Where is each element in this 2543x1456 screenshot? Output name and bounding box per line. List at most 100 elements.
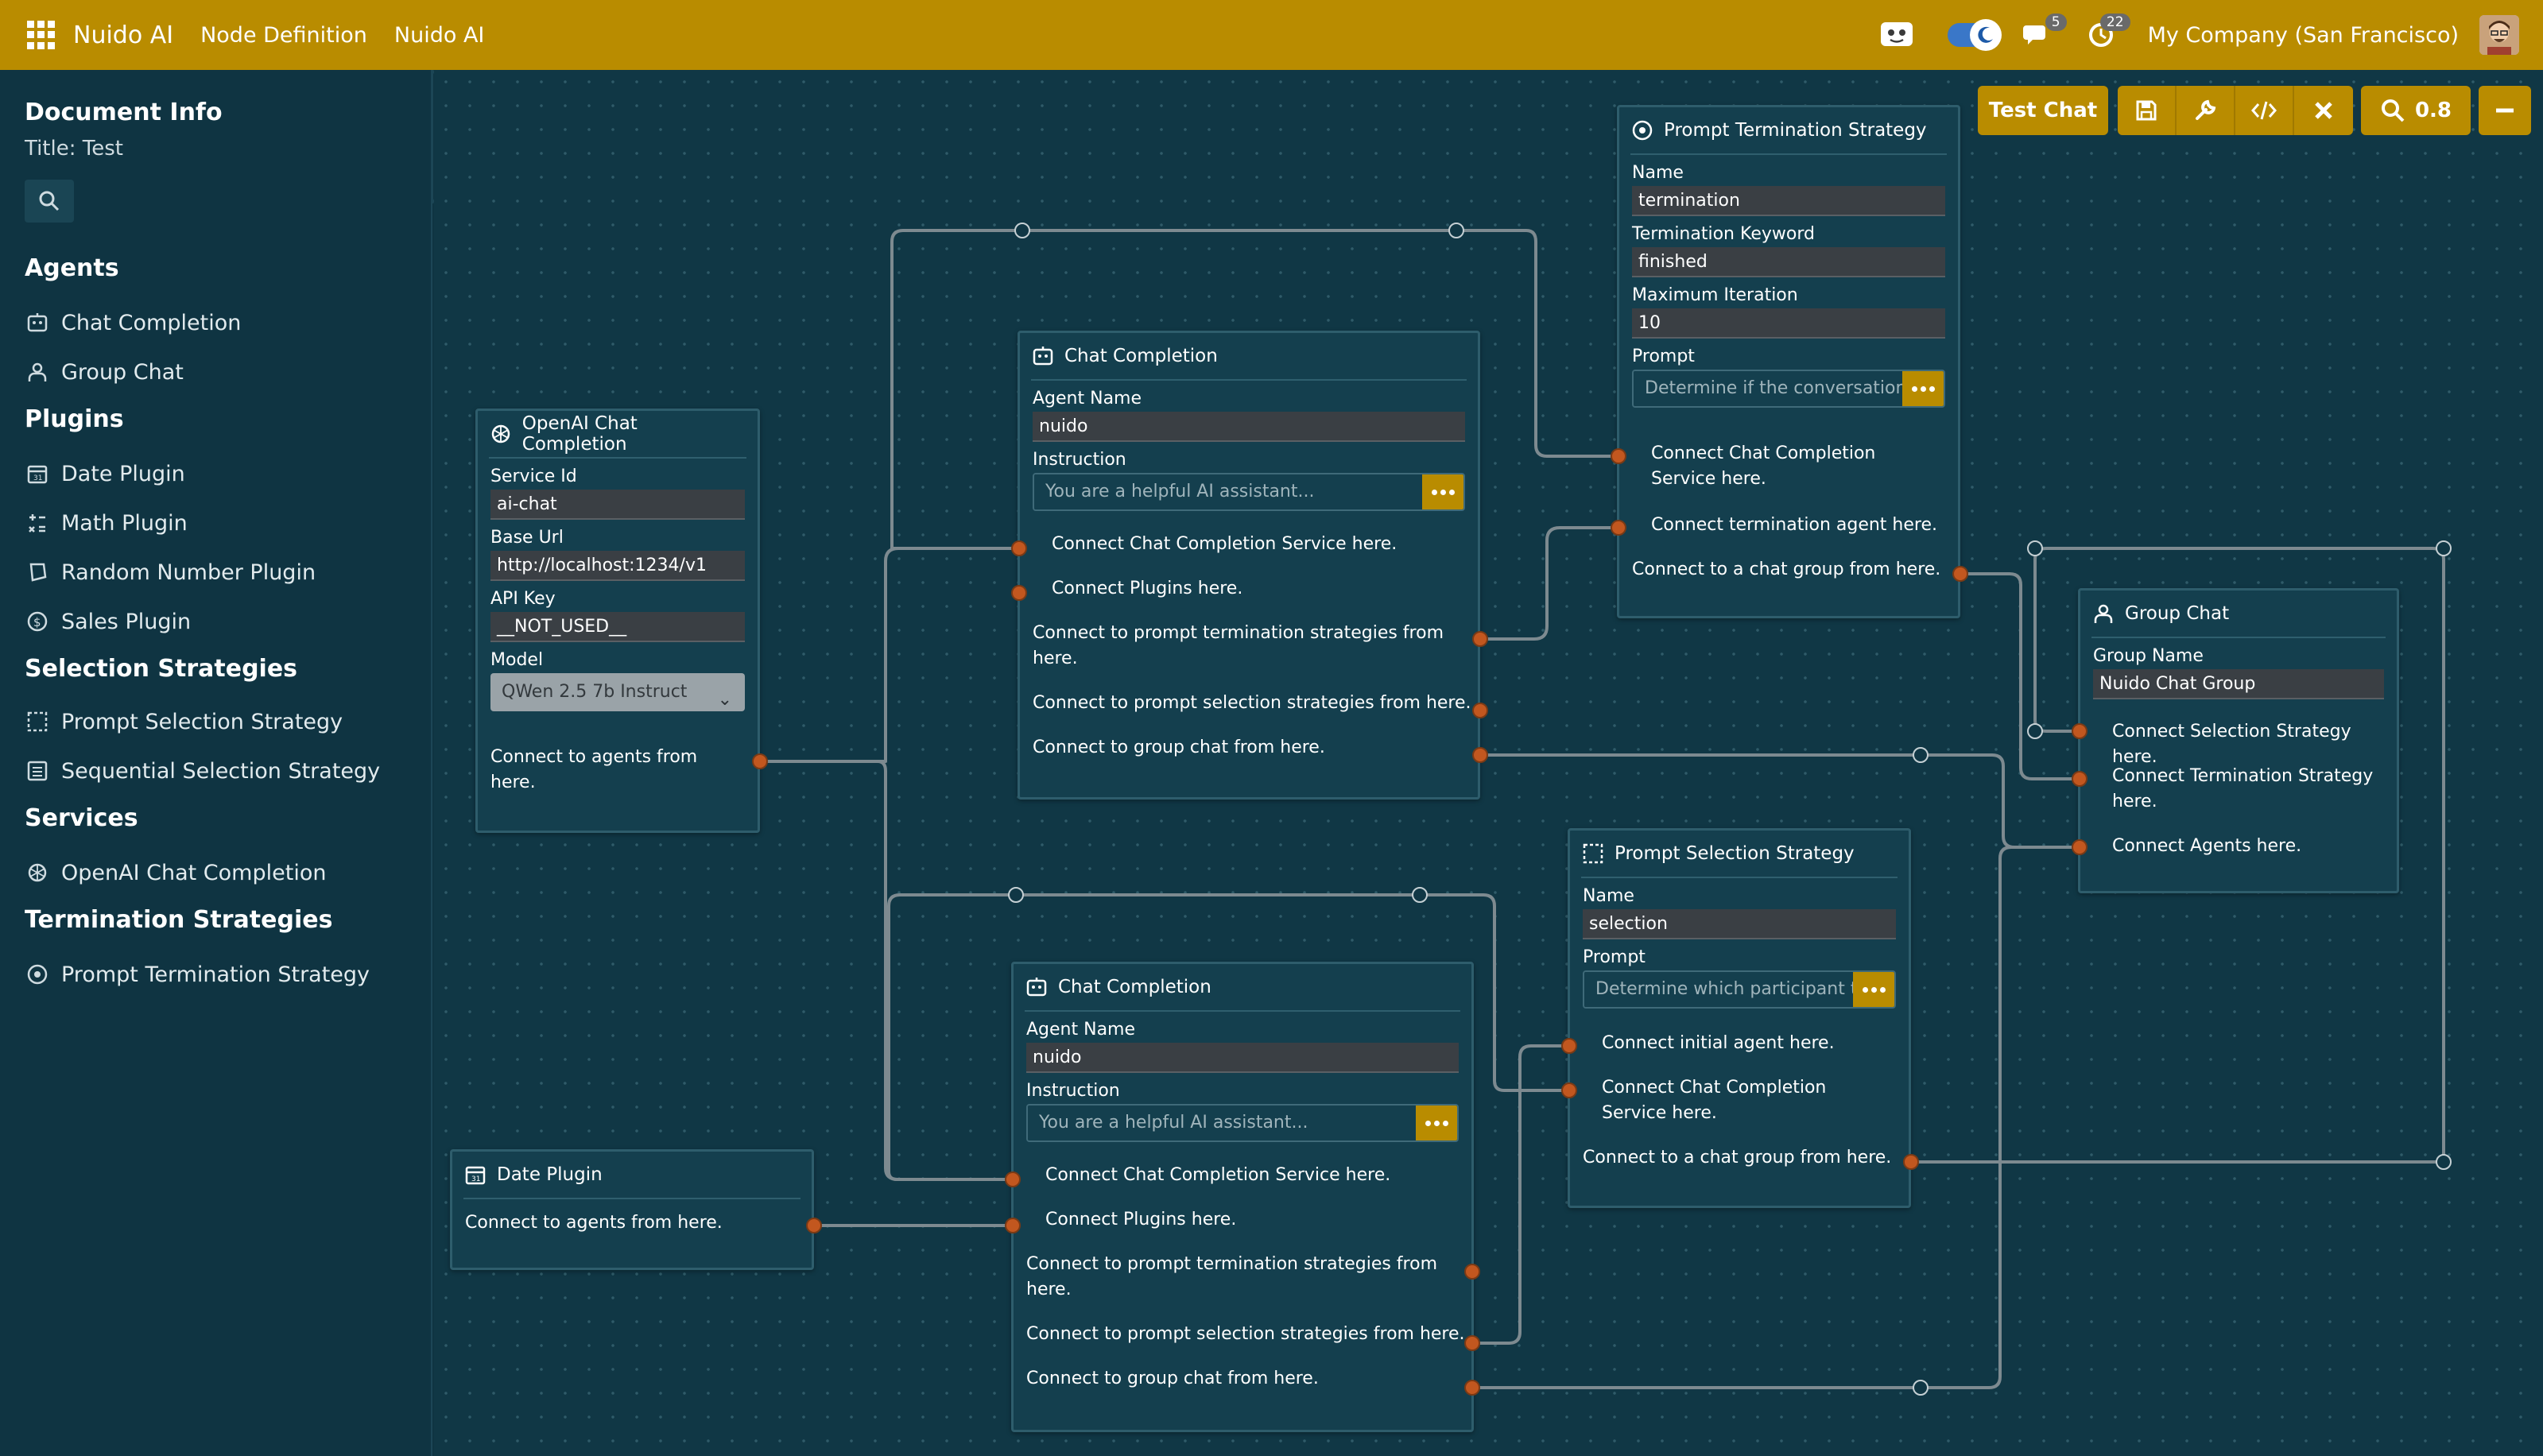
sidebar-item-openai-completion[interactable]: OpenAI Chat Completion: [25, 857, 326, 889]
service-input-label: Connect Chat Completion Service here.: [1052, 534, 1397, 554]
initial-agent-input-port[interactable]: [1561, 1038, 1577, 1054]
app-brand[interactable]: Nuido AI: [73, 21, 173, 49]
settings-button[interactable]: [2177, 86, 2235, 135]
node-chat-completion-2[interactable]: Chat Completion Agent Name nuido Instruc…: [1011, 962, 1474, 1432]
code-button[interactable]: [2235, 86, 2294, 135]
more-icon[interactable]: [1416, 1106, 1457, 1140]
user-avatar[interactable]: [2479, 15, 2519, 55]
wire-waypoint[interactable]: [2436, 540, 2452, 556]
instruction-text: You are a helpful AI assistant...: [1028, 1106, 1416, 1140]
node-prompt-termination-strategy[interactable]: Prompt Termination Strategy Name termina…: [1617, 105, 1960, 618]
service-id-field[interactable]: ai-chat: [490, 490, 745, 520]
node-title: Chat Completion: [1058, 977, 1211, 997]
wire-waypoint[interactable]: [1008, 887, 1024, 903]
service-input-port[interactable]: [1611, 448, 1626, 464]
termination-output-port[interactable]: [1472, 631, 1488, 647]
selection-output-port[interactable]: [1464, 1335, 1480, 1351]
group-output-port[interactable]: [1952, 566, 1968, 582]
agent-name-field[interactable]: nuido: [1026, 1043, 1459, 1073]
termination-input-port[interactable]: [2072, 771, 2088, 787]
search-icon: [2381, 99, 2405, 122]
keyword-field[interactable]: finished: [1632, 247, 1945, 277]
target-icon: [1630, 118, 1654, 142]
agent-input-port[interactable]: [1611, 520, 1626, 536]
close-button[interactable]: [2294, 86, 2353, 135]
sidebar-item-chat-completion[interactable]: Chat Completion: [25, 307, 241, 339]
max-iteration-field[interactable]: 10: [1632, 308, 1945, 339]
sidebar-item-prompt-selection[interactable]: Prompt Selection Strategy: [25, 706, 343, 738]
more-icon[interactable]: [1422, 474, 1463, 509]
selection-input-port[interactable]: [2072, 723, 2088, 739]
name-field[interactable]: selection: [1583, 909, 1896, 939]
wire-waypoint[interactable]: [2436, 1154, 2452, 1170]
service-input-label: Connect Chat Completion Service here.: [1045, 1165, 1391, 1185]
node-openai-chat-completion[interactable]: OpenAI Chat Completion Service Id ai-cha…: [475, 409, 760, 833]
group-name-field[interactable]: Nuido Chat Group: [2093, 669, 2384, 699]
service-input-port[interactable]: [1005, 1171, 1021, 1187]
plugins-input-port[interactable]: [1011, 585, 1027, 601]
openai-icon: [489, 422, 513, 446]
group-output-port[interactable]: [1903, 1154, 1919, 1170]
instruction-field[interactable]: You are a helpful AI assistant...: [1033, 473, 1465, 511]
node-prompt-selection-strategy[interactable]: Prompt Selection Strategy Name selection…: [1568, 828, 1911, 1208]
wire-waypoint[interactable]: [1913, 1380, 1929, 1396]
agents-output-port[interactable]: [806, 1218, 822, 1233]
zoom-button[interactable]: 0.8: [2361, 86, 2471, 135]
agent-name-field[interactable]: nuido: [1033, 412, 1465, 442]
menu-node-definition[interactable]: Node Definition: [200, 23, 367, 48]
node-chat-completion-1[interactable]: Chat Completion Agent Name nuido Instruc…: [1018, 331, 1480, 800]
more-icon[interactable]: [1902, 371, 1944, 406]
agents-input-port[interactable]: [2072, 839, 2088, 855]
sidebar-item-random-plugin[interactable]: Random Number Plugin: [25, 556, 316, 588]
wire-waypoint[interactable]: [2027, 540, 2043, 556]
activity-button[interactable]: 22: [2083, 14, 2130, 53]
group-output-label: Connect to group chat from here.: [1033, 738, 1325, 757]
service-input-label: Connect Chat Completion Service here.: [1602, 1078, 1827, 1123]
wire-waypoint[interactable]: [1412, 887, 1428, 903]
name-field[interactable]: termination: [1632, 186, 1945, 216]
apps-menu-icon[interactable]: [27, 21, 56, 49]
node-group-chat[interactable]: Group Chat Group Name Nuido Chat Group C…: [2078, 588, 2399, 893]
wire-waypoint[interactable]: [1014, 223, 1030, 238]
node-date-plugin[interactable]: 31 Date Plugin Connect to agents from he…: [450, 1149, 814, 1270]
wire-waypoint[interactable]: [2027, 723, 2043, 739]
prompt-field[interactable]: Determine if the conversation.: [1632, 370, 1945, 408]
termination-output-port[interactable]: [1464, 1264, 1480, 1280]
wire-waypoint[interactable]: [1448, 223, 1464, 238]
agents-output-port[interactable]: [752, 753, 768, 769]
wire-waypoint[interactable]: [1913, 747, 1929, 763]
max-iteration-label: Maximum Iteration: [1632, 285, 1798, 305]
test-chat-button[interactable]: Test Chat: [1978, 86, 2108, 135]
dark-mode-toggle[interactable]: [1947, 19, 2002, 51]
dollar-icon: $: [25, 609, 50, 634]
search-button[interactable]: [25, 180, 74, 223]
sidebar-item-prompt-termination[interactable]: Prompt Termination Strategy: [25, 958, 370, 990]
plugins-input-port[interactable]: [1005, 1218, 1021, 1233]
service-input-port[interactable]: [1561, 1082, 1577, 1098]
model-select[interactable]: QWen 2.5 7b Instruct ⌄: [490, 673, 745, 711]
sidebar-item-math-plugin[interactable]: Math Plugin: [25, 507, 188, 539]
instruction-field[interactable]: You are a helpful AI assistant...: [1026, 1104, 1459, 1142]
save-button[interactable]: [2118, 86, 2177, 135]
api-key-field[interactable]: __NOT_USED__: [490, 612, 745, 642]
base-url-field[interactable]: http://localhost:1234/v1: [490, 551, 745, 581]
company-switcher[interactable]: My Company (San Francisco): [2148, 23, 2459, 48]
group-output-port[interactable]: [1472, 747, 1488, 763]
prompt-field[interactable]: Determine which participant t: [1583, 970, 1896, 1009]
api-key-label: API Key: [490, 589, 556, 609]
sidebar-item-date-plugin[interactable]: 31 Date Plugin: [25, 458, 185, 490]
target-icon: [25, 962, 50, 987]
sidebar-item-group-chat[interactable]: Group Chat: [25, 356, 184, 388]
agents-output-label: Connect to agents from here.: [490, 747, 698, 792]
messages-button[interactable]: 5: [2019, 14, 2067, 53]
sidebar-item-sequential-selection[interactable]: Sequential Selection Strategy: [25, 755, 380, 787]
assistant-icon[interactable]: [1878, 16, 1916, 54]
sidebar-item-sales-plugin[interactable]: $ Sales Plugin: [25, 606, 191, 637]
zoom-out-button[interactable]: [2479, 86, 2531, 135]
group-output-port[interactable]: [1464, 1380, 1480, 1396]
selection-output-port[interactable]: [1472, 703, 1488, 718]
service-input-port[interactable]: [1011, 540, 1027, 556]
node-title: Date Plugin: [497, 1164, 603, 1185]
menu-nuido-ai[interactable]: Nuido AI: [394, 23, 484, 48]
more-icon[interactable]: [1853, 972, 1894, 1007]
